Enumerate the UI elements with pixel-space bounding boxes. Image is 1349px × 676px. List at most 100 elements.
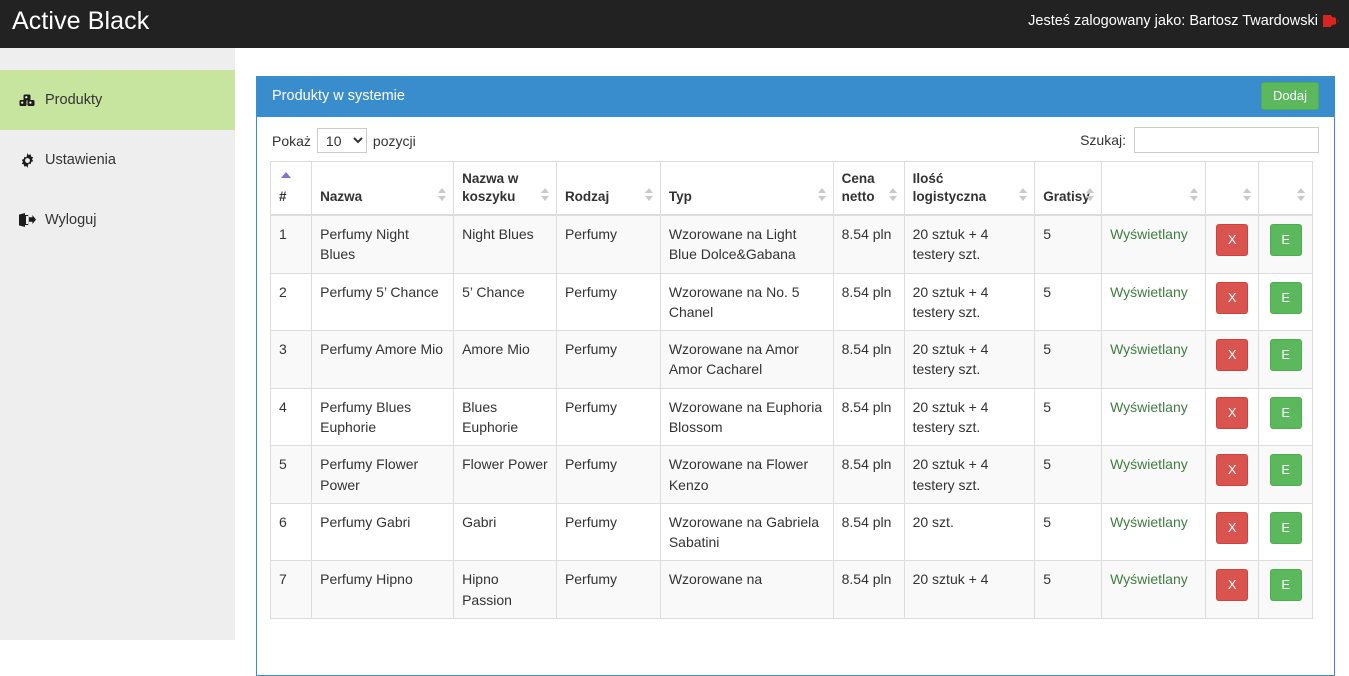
table-row[interactable]: 3 Perfumy Amore Mio Amore Mio Perfumy Wz…: [269, 330, 1313, 389]
cell-cena-netto: 8.54 pln: [832, 387, 905, 447]
cell-ilosc-logistyczna: 20 sztuk + 4 testery szt.: [903, 387, 1036, 447]
delete-button[interactable]: X: [1216, 281, 1249, 314]
cell-nazwa-w-koszyku: Night Blues: [453, 214, 557, 274]
cell-edit: E: [1258, 387, 1313, 447]
cell-delete: X: [1204, 560, 1260, 620]
cell-rodzaj: Perfumy: [555, 214, 661, 274]
table-row[interactable]: 1 Perfumy Night Blues Night Blues Perfum…: [269, 214, 1313, 274]
cell-nazwa-w-koszyku: Gabri: [453, 502, 557, 562]
cell-status: Wyświetlany: [1101, 445, 1206, 504]
cell-gratisy: 5: [1034, 502, 1103, 562]
sidebar-item-produkty[interactable]: Produkty: [0, 70, 235, 130]
status-link[interactable]: Wyświetlany: [1110, 399, 1188, 415]
table-row[interactable]: 2 Perfumy 5’ Chance 5’ Chance Perfumy Wz…: [269, 272, 1313, 332]
edit-button[interactable]: E: [1269, 281, 1302, 314]
sidebar-nav: Produkty Ustawienia Wyloguj: [0, 48, 235, 640]
cell-cena-netto: 8.54 pln: [832, 502, 905, 562]
edit-button[interactable]: E: [1269, 396, 1302, 429]
cell-ilosc-logistyczna: 20 sztuk + 4: [903, 560, 1036, 620]
column-header-cena-netto[interactable]: Cena netto: [832, 160, 905, 216]
column-header-nazwa-w-koszyku[interactable]: Nazwa w koszyku: [453, 160, 557, 216]
column-header-edit[interactable]: [1258, 160, 1313, 216]
delete-button[interactable]: X: [1216, 569, 1249, 602]
cell-id: 5: [269, 445, 313, 504]
column-header-id[interactable]: #: [269, 160, 313, 216]
search-input[interactable]: [1134, 127, 1319, 153]
cell-gratisy: 5: [1034, 387, 1103, 447]
edit-button[interactable]: E: [1269, 569, 1302, 602]
delete-button[interactable]: X: [1216, 396, 1249, 429]
top-header-bar: Active Black Jesteś zalogowany jako: Bar…: [0, 0, 1349, 48]
table-row[interactable]: 4 Perfumy Blues Euphorie Blues Euphorie …: [269, 387, 1313, 447]
products-table: # Nazwa Nazwa w koszyku Rodzaj Typ Cena …: [269, 160, 1313, 620]
column-header-ilosc-logistyczna[interactable]: Ilość logistyczna: [903, 160, 1036, 216]
status-link[interactable]: Wyświetlany: [1110, 514, 1188, 530]
column-header-delete[interactable]: [1204, 160, 1260, 216]
sort-arrows-icon: [644, 187, 654, 202]
status-link[interactable]: Wyświetlany: [1110, 341, 1188, 357]
edit-button[interactable]: E: [1269, 339, 1302, 372]
cell-gratisy: 5: [1034, 214, 1103, 274]
page-length-select[interactable]: 10: [316, 128, 367, 153]
cell-cena-netto: 8.54 pln: [832, 272, 905, 332]
delete-button[interactable]: X: [1216, 511, 1249, 544]
delete-button[interactable]: X: [1216, 339, 1249, 372]
app-brand-title[interactable]: Active Black: [12, 7, 149, 36]
cell-nazwa-w-koszyku: Blues Euphorie: [453, 387, 557, 447]
add-product-button[interactable]: Dodaj: [1261, 82, 1319, 110]
cell-delete: X: [1204, 502, 1260, 562]
sidebar-item-ustawienia[interactable]: Ustawienia: [0, 130, 235, 190]
cell-ilosc-logistyczna: 20 sztuk + 4 testery szt.: [903, 330, 1036, 389]
column-header-gratisy[interactable]: Gratisy: [1034, 160, 1103, 216]
edit-button[interactable]: E: [1269, 454, 1302, 487]
cell-status: Wyświetlany: [1101, 272, 1206, 332]
page-title: Produkty w systemie: [272, 88, 405, 104]
sort-ascending-icon: [281, 172, 291, 178]
cell-rodzaj: Perfumy: [555, 272, 661, 332]
column-header-typ[interactable]: Typ: [659, 160, 834, 216]
column-header-id-label: #: [279, 188, 287, 204]
cell-gratisy: 5: [1034, 445, 1103, 504]
cell-delete: X: [1204, 330, 1260, 389]
cell-nazwa-w-koszyku: Flower Power: [453, 445, 557, 504]
table-row[interactable]: 5 Perfumy Flower Power Flower Power Perf…: [269, 445, 1313, 504]
column-header-status[interactable]: [1101, 160, 1206, 216]
column-header-rodzaj[interactable]: Rodzaj: [555, 160, 661, 216]
table-row[interactable]: 6 Perfumy Gabri Gabri Perfumy Wzorowane …: [269, 502, 1313, 562]
sidebar-item-wyloguj-label: Wyloguj: [45, 212, 97, 228]
edit-button[interactable]: E: [1269, 223, 1302, 256]
sign-out-icon: [18, 213, 36, 227]
page-length-control: Pokaż 10 pozycji: [272, 128, 416, 153]
column-header-nazwa[interactable]: Nazwa: [311, 160, 455, 216]
status-link[interactable]: Wyświetlany: [1110, 284, 1188, 300]
cell-typ: Wzorowane na No. 5 Chanel: [659, 272, 834, 332]
sort-arrows-icon: [1243, 187, 1252, 202]
logged-in-user-info: Jesteś zalogowany jako: Bartosz Twardows…: [1028, 13, 1339, 29]
panel-header: Produkty w systemie Dodaj: [257, 77, 1334, 117]
cubes-icon: [18, 93, 36, 108]
status-link[interactable]: Wyświetlany: [1110, 571, 1188, 587]
table-row[interactable]: 7 Perfumy Hipno Hipno Passion Perfumy Wz…: [269, 560, 1313, 620]
cell-rodzaj: Perfumy: [555, 502, 661, 562]
status-link[interactable]: Wyświetlany: [1110, 226, 1188, 242]
sort-arrows-icon: [438, 187, 447, 202]
cell-id: 4: [269, 387, 313, 447]
delete-button[interactable]: X: [1216, 223, 1249, 256]
sidebar-item-wyloguj[interactable]: Wyloguj: [0, 190, 235, 250]
cell-delete: X: [1204, 445, 1260, 504]
cell-status: Wyświetlany: [1101, 387, 1206, 447]
panel-body: Pokaż 10 pozycji Szukaj: # Nazwa Nazwa w…: [257, 117, 1334, 620]
edit-button[interactable]: E: [1269, 511, 1302, 544]
cell-status: Wyświetlany: [1101, 214, 1206, 274]
cell-edit: E: [1258, 214, 1313, 274]
cell-delete: X: [1204, 214, 1260, 274]
cell-id: 1: [269, 214, 313, 274]
cell-cena-netto: 8.54 pln: [832, 214, 905, 274]
status-link[interactable]: Wyświetlany: [1110, 456, 1188, 472]
cell-ilosc-logistyczna: 20 sztuk + 4 testery szt.: [903, 445, 1036, 504]
sign-out-icon[interactable]: [1323, 14, 1339, 28]
cell-nazwa: Perfumy Amore Mio: [311, 330, 455, 389]
column-header-nazwa-w-koszyku-label: Nazwa w koszyku: [462, 171, 519, 204]
delete-button[interactable]: X: [1216, 454, 1249, 487]
column-header-nazwa-label: Nazwa: [320, 188, 363, 204]
